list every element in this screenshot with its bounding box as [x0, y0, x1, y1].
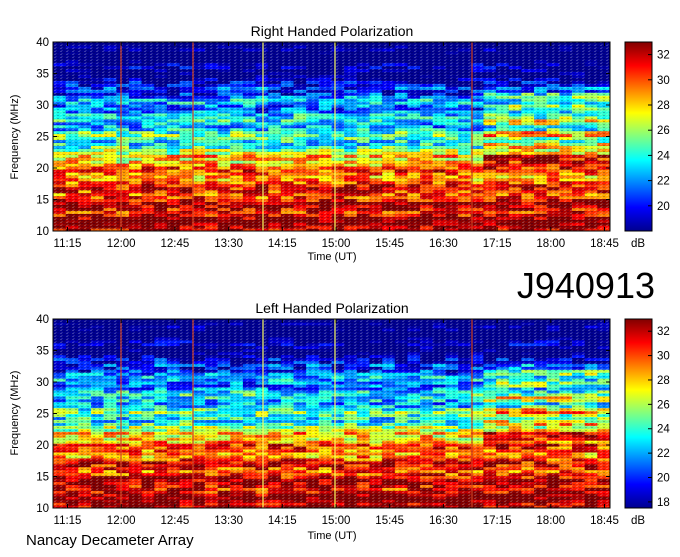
- x-tick-label: 12:00: [107, 238, 136, 250]
- x-tick-label: 17:15: [483, 238, 512, 250]
- y-tick-label: 35: [36, 69, 49, 81]
- panel-title: Right Handed Polarization: [251, 23, 414, 39]
- colorbar: 20 22 24 26 28 30 32 dB: [625, 42, 670, 250]
- heatmap-texture: [53, 42, 610, 231]
- colorbar-unit-label: dB: [631, 238, 645, 250]
- colorbar-tick-label: 26: [657, 125, 670, 137]
- x-tick-label: 16:30: [429, 238, 458, 250]
- x-tick-label: 18:00: [536, 238, 565, 250]
- x-tick-label: 13:30: [214, 238, 243, 250]
- y-tick-label: 40: [36, 37, 49, 49]
- panel-title: Left Handed Polarization: [255, 300, 408, 316]
- colorbar-tick-label: 20: [657, 201, 670, 213]
- x-tick-label: 15:00: [322, 238, 351, 250]
- x-tick-label: 15:45: [375, 238, 404, 250]
- x-tick-label: 11:15: [54, 238, 82, 250]
- y-tick-label: 30: [36, 100, 49, 112]
- x-tick-label: 18:45: [590, 238, 619, 250]
- x-tick-label: 12:45: [161, 238, 190, 250]
- colorbar-tick-label: 22: [657, 176, 670, 188]
- y-tick-label: 10: [36, 226, 49, 238]
- colorbar-tick-label: 32: [657, 50, 670, 62]
- colorbar-tick-label: 28: [657, 100, 670, 112]
- y-tick-label: 25: [36, 132, 49, 144]
- right-polarization-panel: Right Handed Polarization 10 15 20 25 30 35 40…: [9, 23, 670, 263]
- heatmap-plot-area: [53, 42, 611, 232]
- y-tick-label: 15: [36, 195, 49, 207]
- x-axis-label: Time (UT): [307, 251, 356, 263]
- y-tick-label: 20: [36, 163, 49, 175]
- left-polarization-panel: Left Handed Polarization 10152025303540 …: [9, 300, 670, 542]
- heatmap-plot-area: [53, 319, 611, 509]
- y-axis-label: Frequency (MHz): [9, 95, 21, 180]
- figure: Right Handed Polarization 10 15 20 25 30 35 40…: [0, 0, 680, 552]
- colorbar-tick-label: 24: [657, 150, 670, 162]
- x-tick-label: 14:15: [268, 238, 297, 250]
- colorbar-gradient: [625, 42, 652, 231]
- colorbar-tick-label: 30: [657, 75, 670, 87]
- observation-id: J940913: [517, 265, 655, 306]
